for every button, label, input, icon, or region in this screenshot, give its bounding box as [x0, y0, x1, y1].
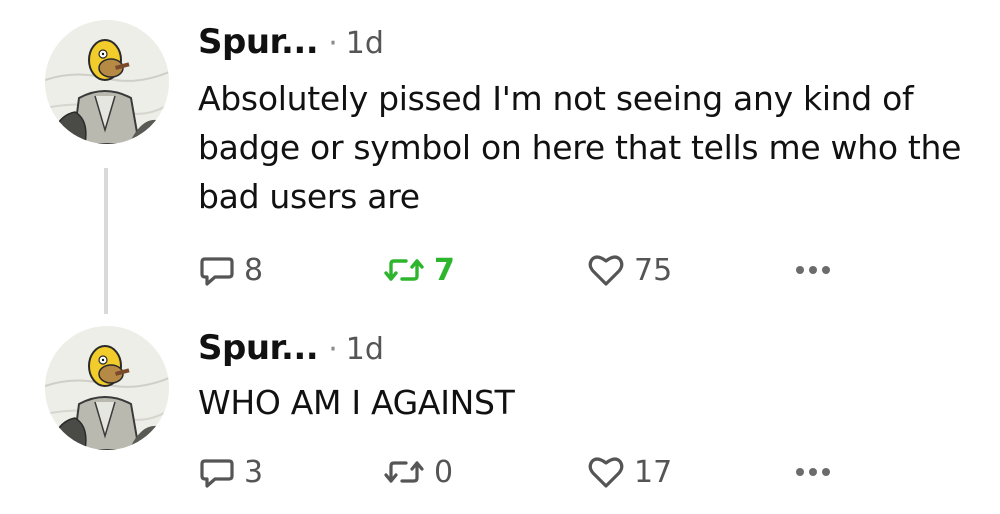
post-timestamp[interactable]: 1d [346, 26, 384, 61]
avatar[interactable] [45, 20, 169, 144]
more-dots-icon [796, 266, 830, 274]
like-button[interactable]: 17 [586, 452, 672, 492]
repost-count: 0 [434, 454, 454, 490]
heart-icon [588, 255, 624, 286]
repost-count: 7 [434, 252, 455, 288]
reply-bubble-icon [200, 459, 234, 488]
author-name[interactable]: Spur... [198, 328, 319, 368]
reply-button[interactable]: 3 [198, 452, 263, 492]
like-count: 75 [634, 252, 673, 288]
repost-arrows-icon [384, 461, 424, 483]
repost-arrows-icon [384, 259, 424, 281]
reply-bubble-icon [200, 257, 234, 286]
more-options-button[interactable] [796, 452, 830, 492]
repost-button[interactable]: 0 [382, 452, 453, 492]
post-header: Spur... · 1d [198, 22, 384, 62]
reply-count: 3 [244, 454, 264, 490]
post-text: Absolutely pissed I'm not seeing any kin… [198, 79, 962, 216]
post-header: Spur... · 1d [198, 328, 384, 368]
heart-icon [588, 457, 624, 488]
separator-dot: · [328, 26, 338, 61]
avatar[interactable] [45, 326, 169, 450]
avatar-cartoon-icon [45, 326, 169, 450]
repost-button[interactable]: 7 [382, 250, 455, 290]
post-card[interactable]: Spur... · 1d Absolutely pissed I'm not s… [0, 0, 1000, 316]
author-name[interactable]: Spur... [198, 22, 319, 62]
more-dots-icon [796, 468, 830, 476]
reply-button[interactable]: 8 [198, 250, 263, 290]
reply-count: 8 [244, 252, 264, 288]
post-card[interactable]: Spur... · 1d WHO AM I AGAINST 3 0 17 [0, 316, 1000, 514]
post-actions: 3 0 17 [0, 452, 1000, 492]
like-count: 17 [634, 454, 673, 490]
post-actions: 8 7 75 [0, 250, 1000, 290]
post-text: WHO AM I AGAINST [198, 383, 515, 422]
more-options-button[interactable] [796, 250, 830, 290]
post-timestamp[interactable]: 1d [346, 332, 384, 367]
avatar-cartoon-icon [45, 20, 169, 144]
like-button[interactable]: 75 [586, 250, 672, 290]
separator-dot: · [328, 332, 338, 367]
